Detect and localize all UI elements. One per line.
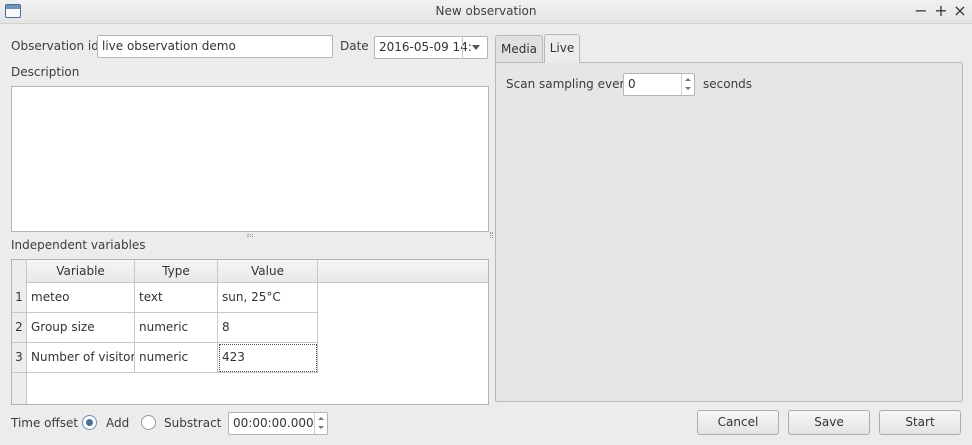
start-button[interactable]: Start — [879, 410, 961, 435]
save-button[interactable]: Save — [788, 410, 870, 435]
add-label[interactable]: Add — [106, 416, 129, 430]
date-value: 2016-05-09 14: — [379, 40, 472, 54]
column-header-variable[interactable]: Variable — [27, 260, 135, 283]
time-offset-spin-icon[interactable] — [314, 413, 327, 434]
cell-type[interactable]: numeric — [135, 343, 218, 373]
observation-id-input[interactable]: live observation demo — [97, 35, 333, 58]
cell-type[interactable]: text — [135, 283, 218, 313]
window-title: New observation — [435, 4, 537, 18]
cell-value[interactable]: sun, 25°C — [218, 283, 318, 313]
maximize-button[interactable]: + — [932, 2, 950, 20]
time-offset-label: Time offset — [11, 416, 79, 430]
date-label: Date — [340, 39, 369, 53]
cell-type[interactable]: numeric — [135, 313, 218, 343]
time-offset-value: 00:00:00.000 — [233, 416, 314, 430]
close-button[interactable]: × — [951, 2, 969, 20]
add-radio[interactable] — [82, 415, 97, 430]
scan-sampling-label: Scan sampling every — [506, 77, 632, 91]
vertical-splitter-grip-icon[interactable] — [490, 232, 493, 238]
time-offset-input[interactable]: 00:00:00.000 — [228, 412, 328, 435]
row-number[interactable]: 2 — [12, 313, 27, 343]
row-number[interactable]: 3 — [12, 343, 27, 373]
cell-value-selected[interactable]: 423 — [218, 343, 318, 373]
scan-sampling-value: 0 — [628, 77, 636, 91]
column-header-value[interactable]: Value — [218, 260, 318, 283]
subtract-radio[interactable] — [141, 415, 156, 430]
scan-sampling-spin-icon[interactable] — [681, 74, 694, 95]
row-number[interactable]: 1 — [12, 283, 27, 313]
description-label: Description — [11, 65, 80, 79]
horizontal-splitter-grip-icon[interactable] — [247, 234, 253, 237]
minimize-button[interactable]: − — [912, 2, 930, 20]
cancel-button[interactable]: Cancel — [697, 410, 779, 435]
table-corner[interactable] — [12, 260, 27, 283]
cell-variable[interactable]: meteo — [27, 283, 135, 313]
seconds-label: seconds — [703, 77, 753, 91]
cell-value[interactable]: 8 — [218, 313, 318, 343]
cell-variable[interactable]: Group size — [27, 313, 135, 343]
date-dropdown-arrow-icon[interactable] — [462, 36, 488, 59]
column-header-type[interactable]: Type — [135, 260, 218, 283]
subtract-label[interactable]: Substract — [164, 416, 221, 430]
tab-media[interactable]: Media — [495, 35, 543, 62]
independent-variables-label: Independent variables — [11, 238, 146, 252]
tab-live[interactable]: Live — [544, 34, 580, 63]
independent-variables-table: Variable Type Value 1 meteo text sun, 25… — [11, 259, 489, 405]
description-textarea[interactable] — [11, 86, 489, 232]
cell-variable[interactable]: Number of visitors — [27, 343, 135, 373]
live-tab-pane — [495, 62, 963, 402]
observation-id-label: Observation id — [11, 39, 99, 53]
